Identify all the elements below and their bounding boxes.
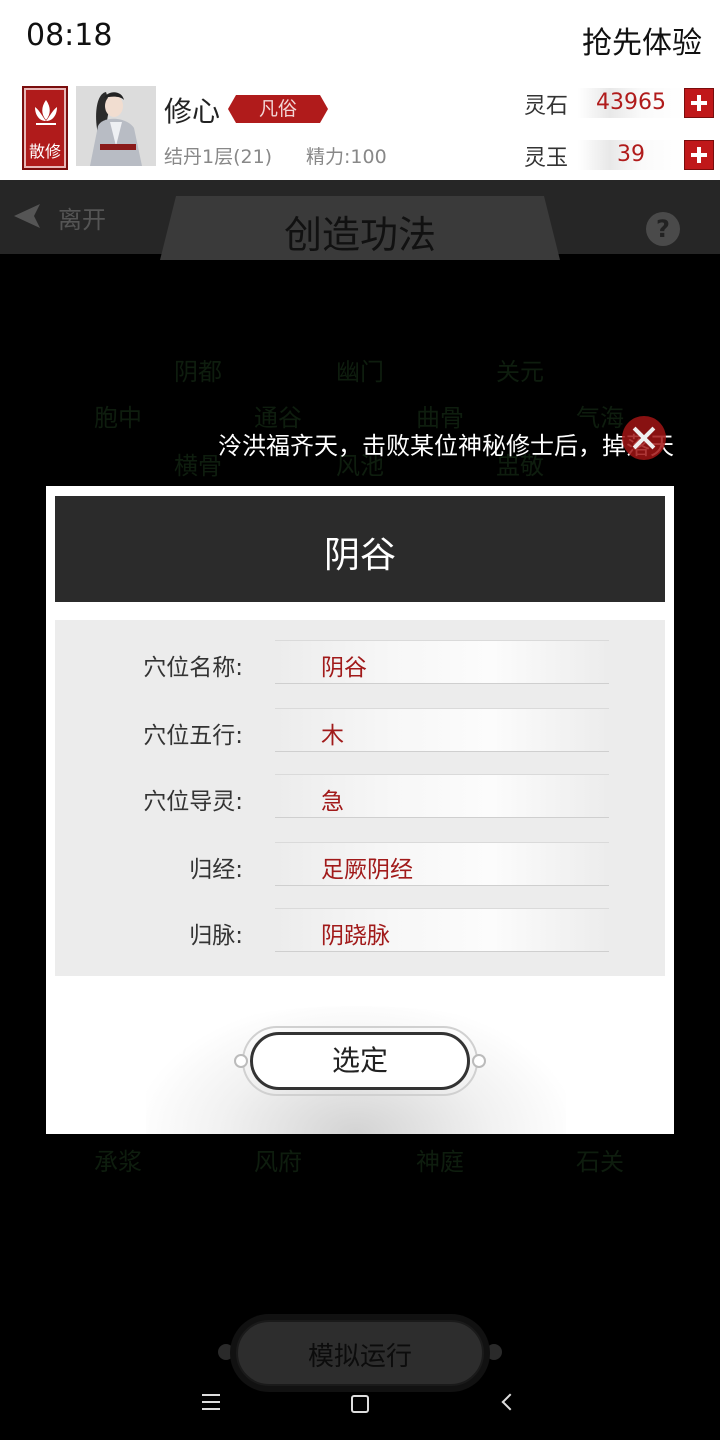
dialog-header: 阴谷 (55, 496, 665, 602)
back-icon[interactable] (501, 1393, 519, 1411)
status-bar: 08:18 抢先体验 (0, 0, 720, 80)
menu-icon[interactable] (202, 1394, 220, 1410)
player-header: 散修 修心 凡俗 结丹1层(21) 精力:100 灵石 43965 灵玉 39 (0, 80, 720, 180)
leave-label: 离开 (58, 206, 106, 234)
add-spirit-jade-button[interactable] (684, 140, 714, 170)
ornament-dot (472, 1054, 486, 1068)
ornament-dot (234, 1054, 248, 1068)
spirit-jade-value: 39 (578, 140, 684, 170)
info-value: 阴谷 (321, 655, 367, 681)
page-title: 创造功法 (283, 213, 436, 257)
info-row-guide: 穴位导灵: 急 (55, 774, 665, 822)
acupoint-node: 幽门 (336, 358, 384, 386)
info-row-meridian: 归经: 足厥阴经 (55, 842, 665, 890)
sect-label: 散修 (28, 142, 61, 161)
avatar[interactable] (76, 86, 156, 166)
character-portrait-icon (76, 86, 156, 166)
back-arrow-icon (14, 204, 40, 228)
acupoint-dialog: 阴谷 穴位名称: 阴谷 穴位五行: 木 穴位导灵: 急 归经: 足厥阴经 归脉:… (46, 486, 674, 1134)
close-marquee-icon[interactable] (622, 416, 666, 460)
info-row-vessel: 归脉: 阴跷脉 (55, 908, 665, 956)
early-access-label: 抢先体验 (582, 26, 702, 61)
leave-button[interactable]: 离开 (12, 198, 112, 234)
system-nav-bar (0, 1380, 720, 1440)
acupoint-node: 关元 (496, 358, 544, 386)
info-label: 穴位导灵: (143, 789, 243, 815)
ornament-dot (218, 1344, 234, 1360)
lotus-icon (35, 100, 57, 125)
info-label: 穴位名称: (143, 655, 243, 681)
select-button[interactable]: 选定 (250, 1032, 470, 1090)
rank-badge: 凡俗 (228, 95, 328, 123)
acupoint-node: 承浆 (94, 1148, 142, 1176)
acupoint-node: 胞中 (94, 404, 142, 432)
acupoint-info-panel: 穴位名称: 阴谷 穴位五行: 木 穴位导灵: 急 归经: 足厥阴经 归脉: 阴跷… (55, 620, 665, 976)
home-icon[interactable] (351, 1395, 369, 1413)
info-label: 归经: (189, 857, 243, 883)
cultivation-realm: 结丹1层(21) (164, 146, 273, 168)
info-label: 归脉: (189, 923, 243, 949)
acupoint-node: 阴都 (174, 358, 222, 386)
sect-badge[interactable]: 散修 (22, 86, 68, 170)
info-value: 阴跷脉 (321, 923, 390, 949)
simulate-run-label: 模拟运行 (307, 1342, 412, 1372)
spirit-stone-value: 43965 (578, 88, 684, 118)
status-time: 08:18 (26, 18, 113, 53)
spirit-stone-label: 灵石 (524, 94, 569, 119)
ornament-dot (486, 1344, 502, 1360)
info-row-name: 穴位名称: 阴谷 (55, 640, 665, 688)
energy-stat: 精力:100 (306, 146, 387, 168)
info-label: 穴位五行: (143, 723, 243, 749)
info-row-element: 穴位五行: 木 (55, 708, 665, 756)
info-value: 急 (321, 789, 344, 815)
info-value: 木 (321, 723, 344, 749)
spirit-jade-label: 灵玉 (524, 146, 569, 171)
acupoint-node: 风府 (254, 1148, 302, 1176)
add-spirit-stone-button[interactable] (684, 88, 714, 118)
help-icon[interactable]: ? (646, 212, 680, 246)
acupoint-node: 神庭 (416, 1148, 464, 1176)
info-value: 足厥阴经 (321, 857, 413, 883)
player-name: 修心 (164, 95, 221, 128)
acupoint-node: 石关 (576, 1148, 624, 1176)
dialog-title: 阴谷 (323, 535, 396, 576)
